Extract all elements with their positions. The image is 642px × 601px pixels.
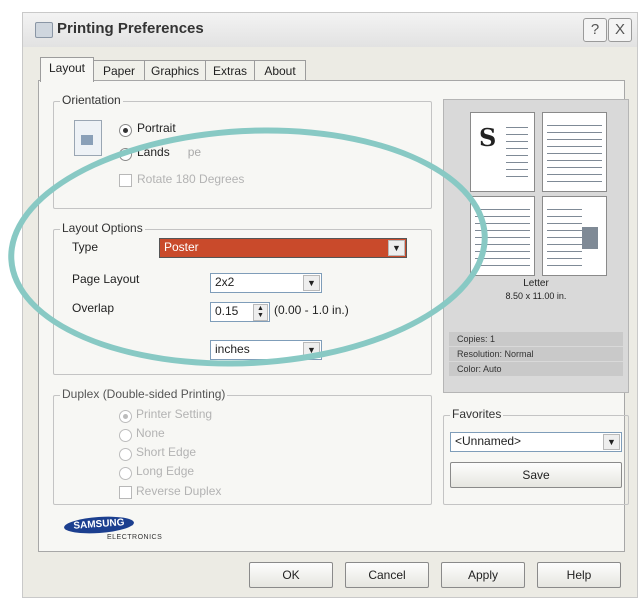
duplex-none-label: None: [136, 426, 165, 440]
samsung-logo-sub: ELECTRONICS: [107, 534, 163, 541]
preview-page-4: [542, 196, 607, 276]
duplex-long-edge-radio[interactable]: [119, 467, 132, 480]
duplex-legend: Duplex (Double-sided Printing): [60, 387, 228, 401]
duplex-short-edge-label: Short Edge: [136, 445, 197, 459]
portrait-label: Portrait: [137, 121, 176, 135]
help-button[interactable]: Help: [537, 562, 621, 588]
window-title: Printing Preferences: [57, 20, 204, 37]
preview-page-2: [542, 112, 607, 192]
color-info: Color: Auto: [449, 362, 623, 376]
tab-layout[interactable]: Layout: [40, 57, 94, 82]
title-bar: Printing Preferences ? X: [23, 13, 637, 47]
reverse-duplex-checkbox[interactable]: [119, 486, 132, 499]
reverse-duplex-label: Reverse Duplex: [136, 484, 222, 498]
duplex-short-edge-radio[interactable]: [119, 448, 132, 461]
chevron-down-icon: ▼: [603, 434, 620, 450]
copies-info: Copies: 1: [449, 332, 623, 346]
tab-graphics[interactable]: Graphics: [144, 60, 206, 81]
preview-page-1: S: [470, 112, 535, 192]
duplex-none-radio[interactable]: [119, 429, 132, 442]
resolution-info: Resolution: Normal: [449, 347, 623, 361]
orientation-legend: Orientation: [60, 93, 123, 107]
portrait-page-icon: [74, 120, 102, 156]
preview-glyph: S: [479, 123, 497, 152]
duplex-printer-setting-label: Printer Setting: [136, 407, 213, 421]
tab-about[interactable]: About: [254, 60, 306, 81]
duplex-group: Duplex (Double-sided Printing) Printer S…: [53, 387, 432, 505]
favorites-legend: Favorites: [450, 407, 504, 421]
duplex-long-edge-label: Long Edge: [136, 464, 195, 478]
favorites-select[interactable]: <Unnamed> ▼: [450, 432, 622, 452]
cancel-button[interactable]: Cancel: [345, 562, 429, 588]
save-button[interactable]: Save: [450, 462, 622, 488]
duplex-printer-setting-radio[interactable]: [119, 410, 132, 423]
ok-button[interactable]: OK: [249, 562, 333, 588]
samsung-logo: SAMSUNG: [63, 514, 135, 536]
close-button[interactable]: X: [608, 18, 632, 42]
paper-size: 8.50 x 11.00 in.: [505, 291, 567, 301]
tab-paper[interactable]: Paper: [93, 60, 145, 81]
help-title-button[interactable]: ?: [583, 18, 607, 42]
portrait-radio[interactable]: [119, 124, 132, 137]
tab-extras[interactable]: Extras: [205, 60, 255, 81]
printer-icon: [35, 22, 53, 38]
apply-button[interactable]: Apply: [441, 562, 525, 588]
favorites-group: Favorites <Unnamed> ▼ Save: [443, 407, 629, 505]
